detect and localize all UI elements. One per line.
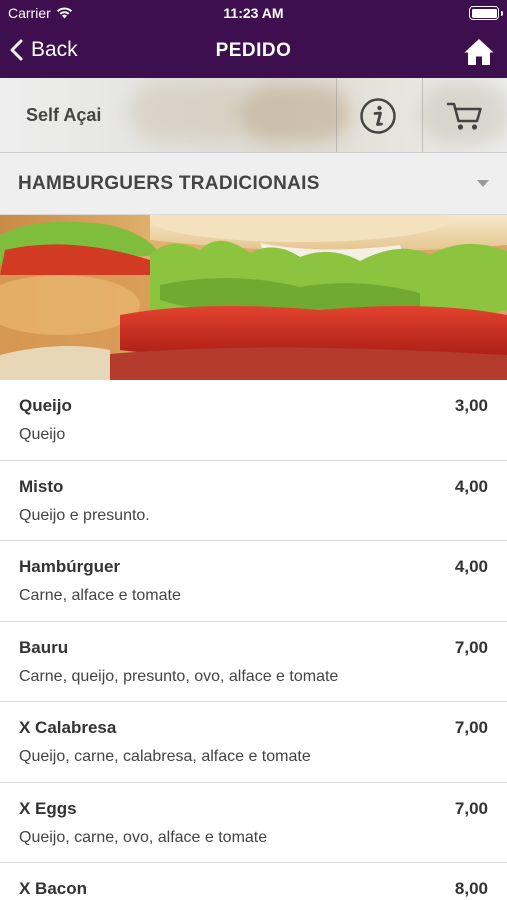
menu-item[interactable]: Queijo 3,00 Queijo: [0, 380, 507, 461]
menu-item[interactable]: X Calabresa 7,00 Queijo, carne, calabres…: [0, 702, 507, 783]
status-time: 11:23 AM: [223, 5, 284, 21]
burger-illustration: [0, 215, 507, 380]
menu-item[interactable]: X Eggs 7,00 Queijo, carne, ovo, alface e…: [0, 782, 507, 863]
cart-icon[interactable]: [445, 96, 485, 136]
item-description: Carne, queijo, presunto, ovo, alface e t…: [19, 667, 339, 685]
item-name: X Calabresa: [19, 718, 117, 737]
store-name: Self Açai: [26, 105, 102, 125]
item-price: 7,00: [454, 718, 488, 737]
menu-item[interactable]: X Bacon 8,00: [0, 863, 507, 900]
menu-item[interactable]: Hambúrguer 4,00 Carne, alface e tomate: [0, 541, 507, 622]
top-bar: Carrier 11:23 AM Back PEDIDO: [0, 0, 507, 78]
item-name: Hambúrguer: [19, 557, 121, 576]
item-name: Queijo: [19, 396, 72, 415]
battery-fill: [471, 8, 497, 18]
item-name: X Bacon: [19, 879, 88, 898]
item-price: 8,00: [454, 879, 488, 898]
divider: [336, 78, 337, 152]
item-name: X Eggs: [19, 798, 77, 818]
item-description: Carne, alface e tomate: [19, 587, 181, 604]
item-price: 4,00: [454, 476, 488, 496]
item-description: Queijo: [19, 426, 66, 443]
menu-item-list: Queijo 3,00 Queijo Misto 4,00 Queijo e p…: [0, 380, 507, 900]
battery-icon: [469, 6, 503, 20]
category-banner-image: [0, 215, 507, 380]
store-bar: Self Açai: [0, 78, 507, 153]
item-price: 7,00: [454, 798, 488, 818]
item-description: Queijo, carne, calabresa, alface e tomat…: [19, 748, 311, 765]
page-title: PEDIDO: [215, 40, 292, 61]
item-description: Queijo e presunto.: [19, 506, 150, 524]
category-label: HAMBURGUERS TRADICIONAIS: [18, 173, 320, 194]
home-icon[interactable]: [463, 36, 495, 68]
category-dropdown[interactable]: HAMBURGUERS TRADICIONAIS: [0, 153, 507, 215]
item-name: Bauru: [19, 637, 69, 657]
item-price: 7,00: [454, 637, 488, 657]
item-price: 4,00: [454, 557, 488, 576]
dropdown-caret-icon: [477, 180, 489, 187]
store-background-shape: [240, 86, 350, 141]
store-background-shape: [130, 82, 250, 142]
menu-item[interactable]: Misto 4,00 Queijo e presunto.: [0, 460, 507, 541]
info-icon[interactable]: [358, 96, 398, 136]
nav-bar: Back PEDIDO: [0, 26, 507, 78]
item-name: Misto: [19, 476, 64, 496]
item-description: Queijo, carne, ovo, alface e tomate: [19, 828, 268, 846]
divider: [422, 78, 423, 152]
menu-item[interactable]: Bauru 7,00 Carne, queijo, presunto, ovo,…: [0, 621, 507, 702]
status-bar: Carrier 11:23 AM: [0, 0, 507, 26]
item-price: 3,00: [454, 396, 488, 415]
